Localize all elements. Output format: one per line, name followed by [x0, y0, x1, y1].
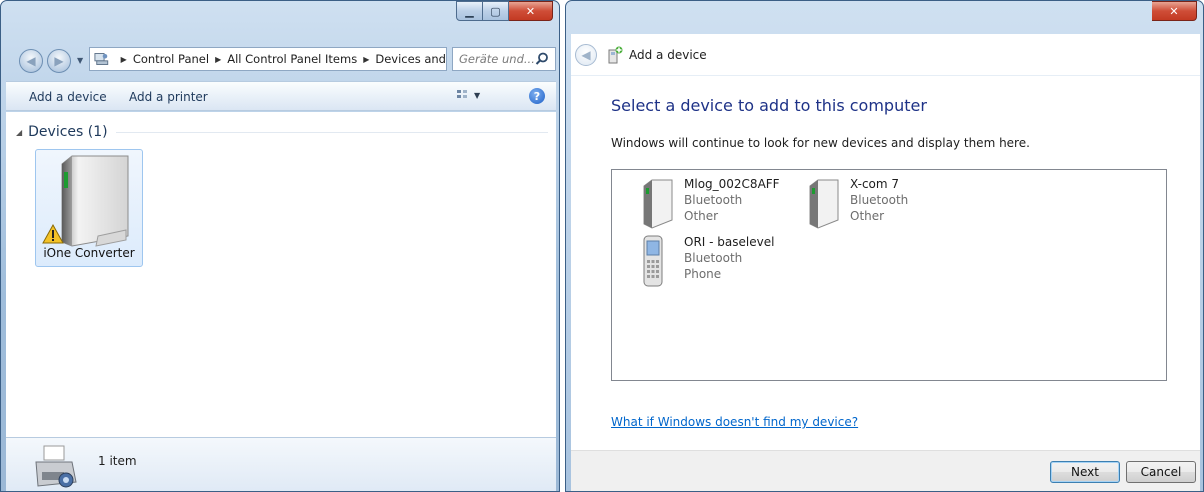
device-name: Mlog_002C8AFF — [684, 177, 780, 191]
wizard-body: Select a device to add to this computer … — [571, 76, 1200, 450]
search-icon[interactable] — [535, 52, 549, 66]
recent-pages-dropdown[interactable]: ▼ — [77, 56, 83, 65]
minimize-button[interactable]: ▁ — [456, 1, 483, 21]
wizard-header: ◀ Add a device — [571, 34, 1200, 76]
device-category: Other — [850, 209, 885, 223]
maximize-button[interactable]: ▢ — [483, 1, 509, 21]
group-divider — [115, 131, 548, 133]
device-label: iOne Converter — [43, 246, 135, 260]
next-button[interactable]: Next — [1050, 461, 1120, 483]
devices-group-header[interactable]: ◢ Devices (1) — [16, 124, 548, 140]
add-device-icon — [608, 46, 623, 64]
chevron-right-icon: ▶ — [120, 54, 127, 64]
control-panel-icon — [94, 53, 109, 65]
add-device-button[interactable]: Add a device — [29, 90, 107, 104]
item-count: 1 item — [98, 454, 137, 468]
device-category: Phone — [684, 267, 722, 281]
help-link[interactable]: What if Windows doesn't find my device? — [611, 415, 858, 429]
chevron-right-icon[interactable]: ▶ — [215, 55, 221, 64]
breadcrumb-devices[interactable]: Devices and — [375, 52, 446, 66]
device-tile[interactable]: iOne Converter — [35, 149, 143, 267]
warning-icon — [42, 224, 64, 244]
list-item[interactable]: ORI - baselevel Bluetooth Phone — [638, 234, 774, 288]
device-type: Bluetooth — [684, 193, 743, 207]
command-bar: Add a device Add a printer ▼ ? — [6, 81, 556, 111]
navigation-bar: ◀ ▶ ▼ ▶ Control Panel ▶ All Control Pane… — [1, 43, 559, 73]
breadcrumb-all-items[interactable]: All Control Panel Items — [227, 52, 357, 66]
chevron-down-icon: ▼ — [474, 90, 481, 100]
device-type: Bluetooth — [684, 251, 743, 265]
forward-button[interactable]: ▶ — [47, 49, 71, 73]
bluetooth-device-icon — [809, 179, 839, 229]
search-input[interactable]: Geräte und... — [452, 47, 556, 71]
title-bar[interactable]: ✕ — [566, 1, 1203, 34]
caption-buttons: ✕ — [1152, 1, 1197, 21]
devices-content-area: ◢ Devices (1) iOne Converter — [6, 112, 556, 437]
search-placeholder: Geräte und... — [459, 52, 535, 66]
printer-camera-icon — [35, 445, 77, 488]
list-item[interactable]: X-com 7 Bluetooth Other — [804, 176, 908, 230]
address-bar[interactable]: ▶ Control Panel ▶ All Control Panel Item… — [89, 47, 447, 71]
view-icon — [457, 90, 467, 98]
add-device-window: ✕ ◀ Add a device Select a device to add … — [565, 0, 1204, 492]
device-category: Other — [684, 209, 719, 223]
list-item[interactable]: Mlog_002C8AFF Bluetooth Other — [638, 176, 780, 230]
device-name: X-com 7 — [850, 177, 900, 191]
add-printer-button[interactable]: Add a printer — [129, 90, 208, 104]
cancel-button[interactable]: Cancel — [1126, 461, 1196, 483]
collapse-triangle-icon[interactable]: ◢ — [16, 128, 22, 137]
details-pane: 1 item — [6, 437, 556, 491]
close-button[interactable]: ✕ — [509, 1, 553, 21]
bluetooth-device-icon — [643, 179, 673, 229]
page-heading: Select a device to add to this computer — [611, 96, 927, 115]
back-button[interactable]: ◀ — [19, 49, 43, 73]
devices-and-printers-window: ▁ ▢ ✕ ◀ ▶ ▼ ▶ Control Panel ▶ All Contro… — [0, 0, 560, 492]
caption-buttons: ▁ ▢ ✕ — [456, 1, 553, 21]
group-label: Devices (1) — [28, 124, 108, 140]
phone-icon — [643, 235, 663, 287]
wizard-footer: Next Cancel — [571, 450, 1200, 491]
close-button[interactable]: ✕ — [1152, 1, 1197, 21]
breadcrumb-control-panel[interactable]: Control Panel — [133, 52, 209, 66]
help-icon[interactable]: ? — [529, 88, 545, 104]
chevron-right-icon[interactable]: ▶ — [363, 55, 369, 64]
device-type: Bluetooth — [850, 193, 909, 207]
view-options-button[interactable]: ▼ — [456, 89, 480, 101]
title-bar[interactable]: ▁ ▢ ✕ — [1, 1, 559, 35]
wizard-title: Add a device — [629, 48, 707, 62]
device-list[interactable]: Mlog_002C8AFF Bluetooth Other X-com 7 Bl… — [611, 169, 1167, 381]
device-name: ORI - baselevel — [684, 235, 775, 249]
back-button[interactable]: ◀ — [575, 44, 597, 66]
page-description: Windows will continue to look for new de… — [611, 136, 1030, 150]
